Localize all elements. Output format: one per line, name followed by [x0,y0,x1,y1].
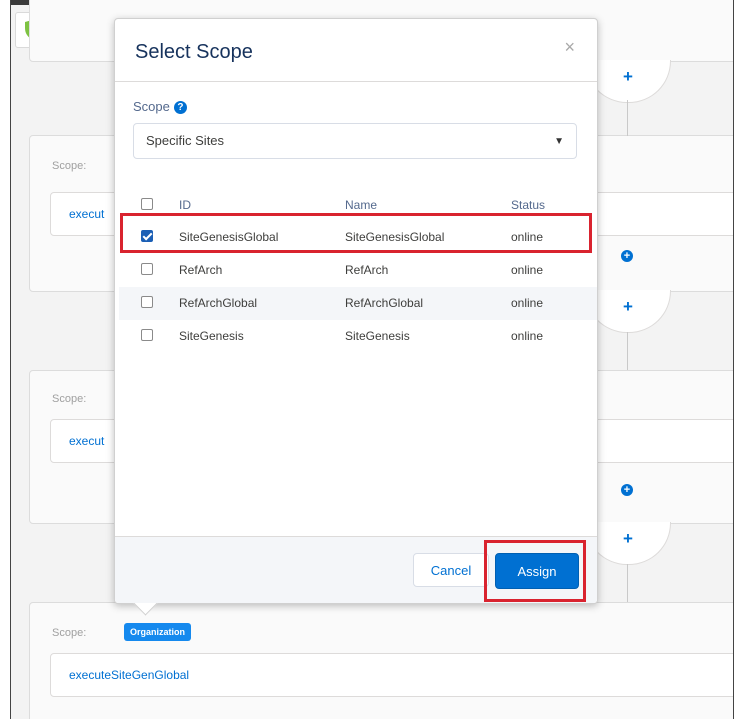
row-id: SiteGenesis [179,329,244,343]
close-icon[interactable]: × [564,37,575,58]
row-name: SiteGenesisGlobal [345,230,445,244]
scope-select[interactable]: Specific Sites ▼ [133,123,577,159]
row-checkbox[interactable] [141,263,153,275]
table-row[interactable]: RefArchGlobal RefArchGlobal online [119,287,597,320]
row-name: RefArch [345,263,389,277]
connector-line [627,564,628,602]
table-row[interactable]: RefArch RefArch online [119,254,597,287]
info-icon[interactable]: ? [173,101,187,114]
row-status: online [511,230,544,244]
assign-button[interactable]: Assign [495,553,579,589]
scope-field-label: Scope? [133,99,187,114]
row-status: online [511,329,544,343]
table-row[interactable]: SiteGenesis SiteGenesis online [119,320,597,353]
scope-label: Scope: [52,160,87,172]
scope-select-value: Specific Sites [146,133,225,148]
row-status: online [511,263,544,277]
add-substep-icon[interactable]: + [621,484,633,496]
connector-line [627,332,628,370]
select-scope-dialog: Select Scope × Scope? Specific Sites ▼ I… [114,18,598,616]
plus-icon: + [623,67,633,86]
row-status: online [511,296,544,310]
caret-down-icon: ▼ [554,136,564,147]
step-link[interactable]: execut [69,434,104,448]
row-checkbox[interactable] [141,230,153,242]
step-box[interactable]: executeSiteGenGlobal [50,653,733,697]
dialog-title: Select Scope [135,41,253,63]
add-substep-icon[interactable]: + [621,250,633,262]
organization-badge: Organization [124,623,192,641]
cancel-button[interactable]: Cancel [413,553,489,587]
plus-icon: + [623,297,633,316]
step-card: Scope: Organization executeSiteGenGlobal [29,602,733,719]
scope-label: Scope: [52,393,87,405]
row-name: SiteGenesis [345,329,410,343]
column-header-id: ID [179,198,191,212]
row-id: RefArchGlobal [179,296,258,310]
connector-line [627,100,628,136]
scope-label: Scope: [52,627,87,639]
plus-icon: + [623,529,633,548]
scope-label-text: Scope [133,99,170,114]
step-link[interactable]: execut [69,207,104,221]
column-header-status: Status [511,198,546,212]
row-name: RefArchGlobal [345,296,424,310]
row-id: SiteGenesisGlobal [179,230,279,244]
row-checkbox[interactable] [141,296,153,308]
sites-table: ID Name Status SiteGenesisGlobal SiteGen… [119,189,597,353]
select-all-checkbox[interactable] [141,198,153,210]
row-id: RefArch [179,263,223,277]
column-header-name: Name [345,198,378,212]
table-header: ID Name Status [119,189,597,221]
row-checkbox[interactable] [141,329,153,341]
step-link[interactable]: executeSiteGenGlobal [69,668,189,682]
table-row[interactable]: SiteGenesisGlobal SiteGenesisGlobal onli… [119,221,597,254]
dialog-header: Select Scope × [115,19,597,82]
dialog-footer: Cancel Assign [115,536,597,603]
